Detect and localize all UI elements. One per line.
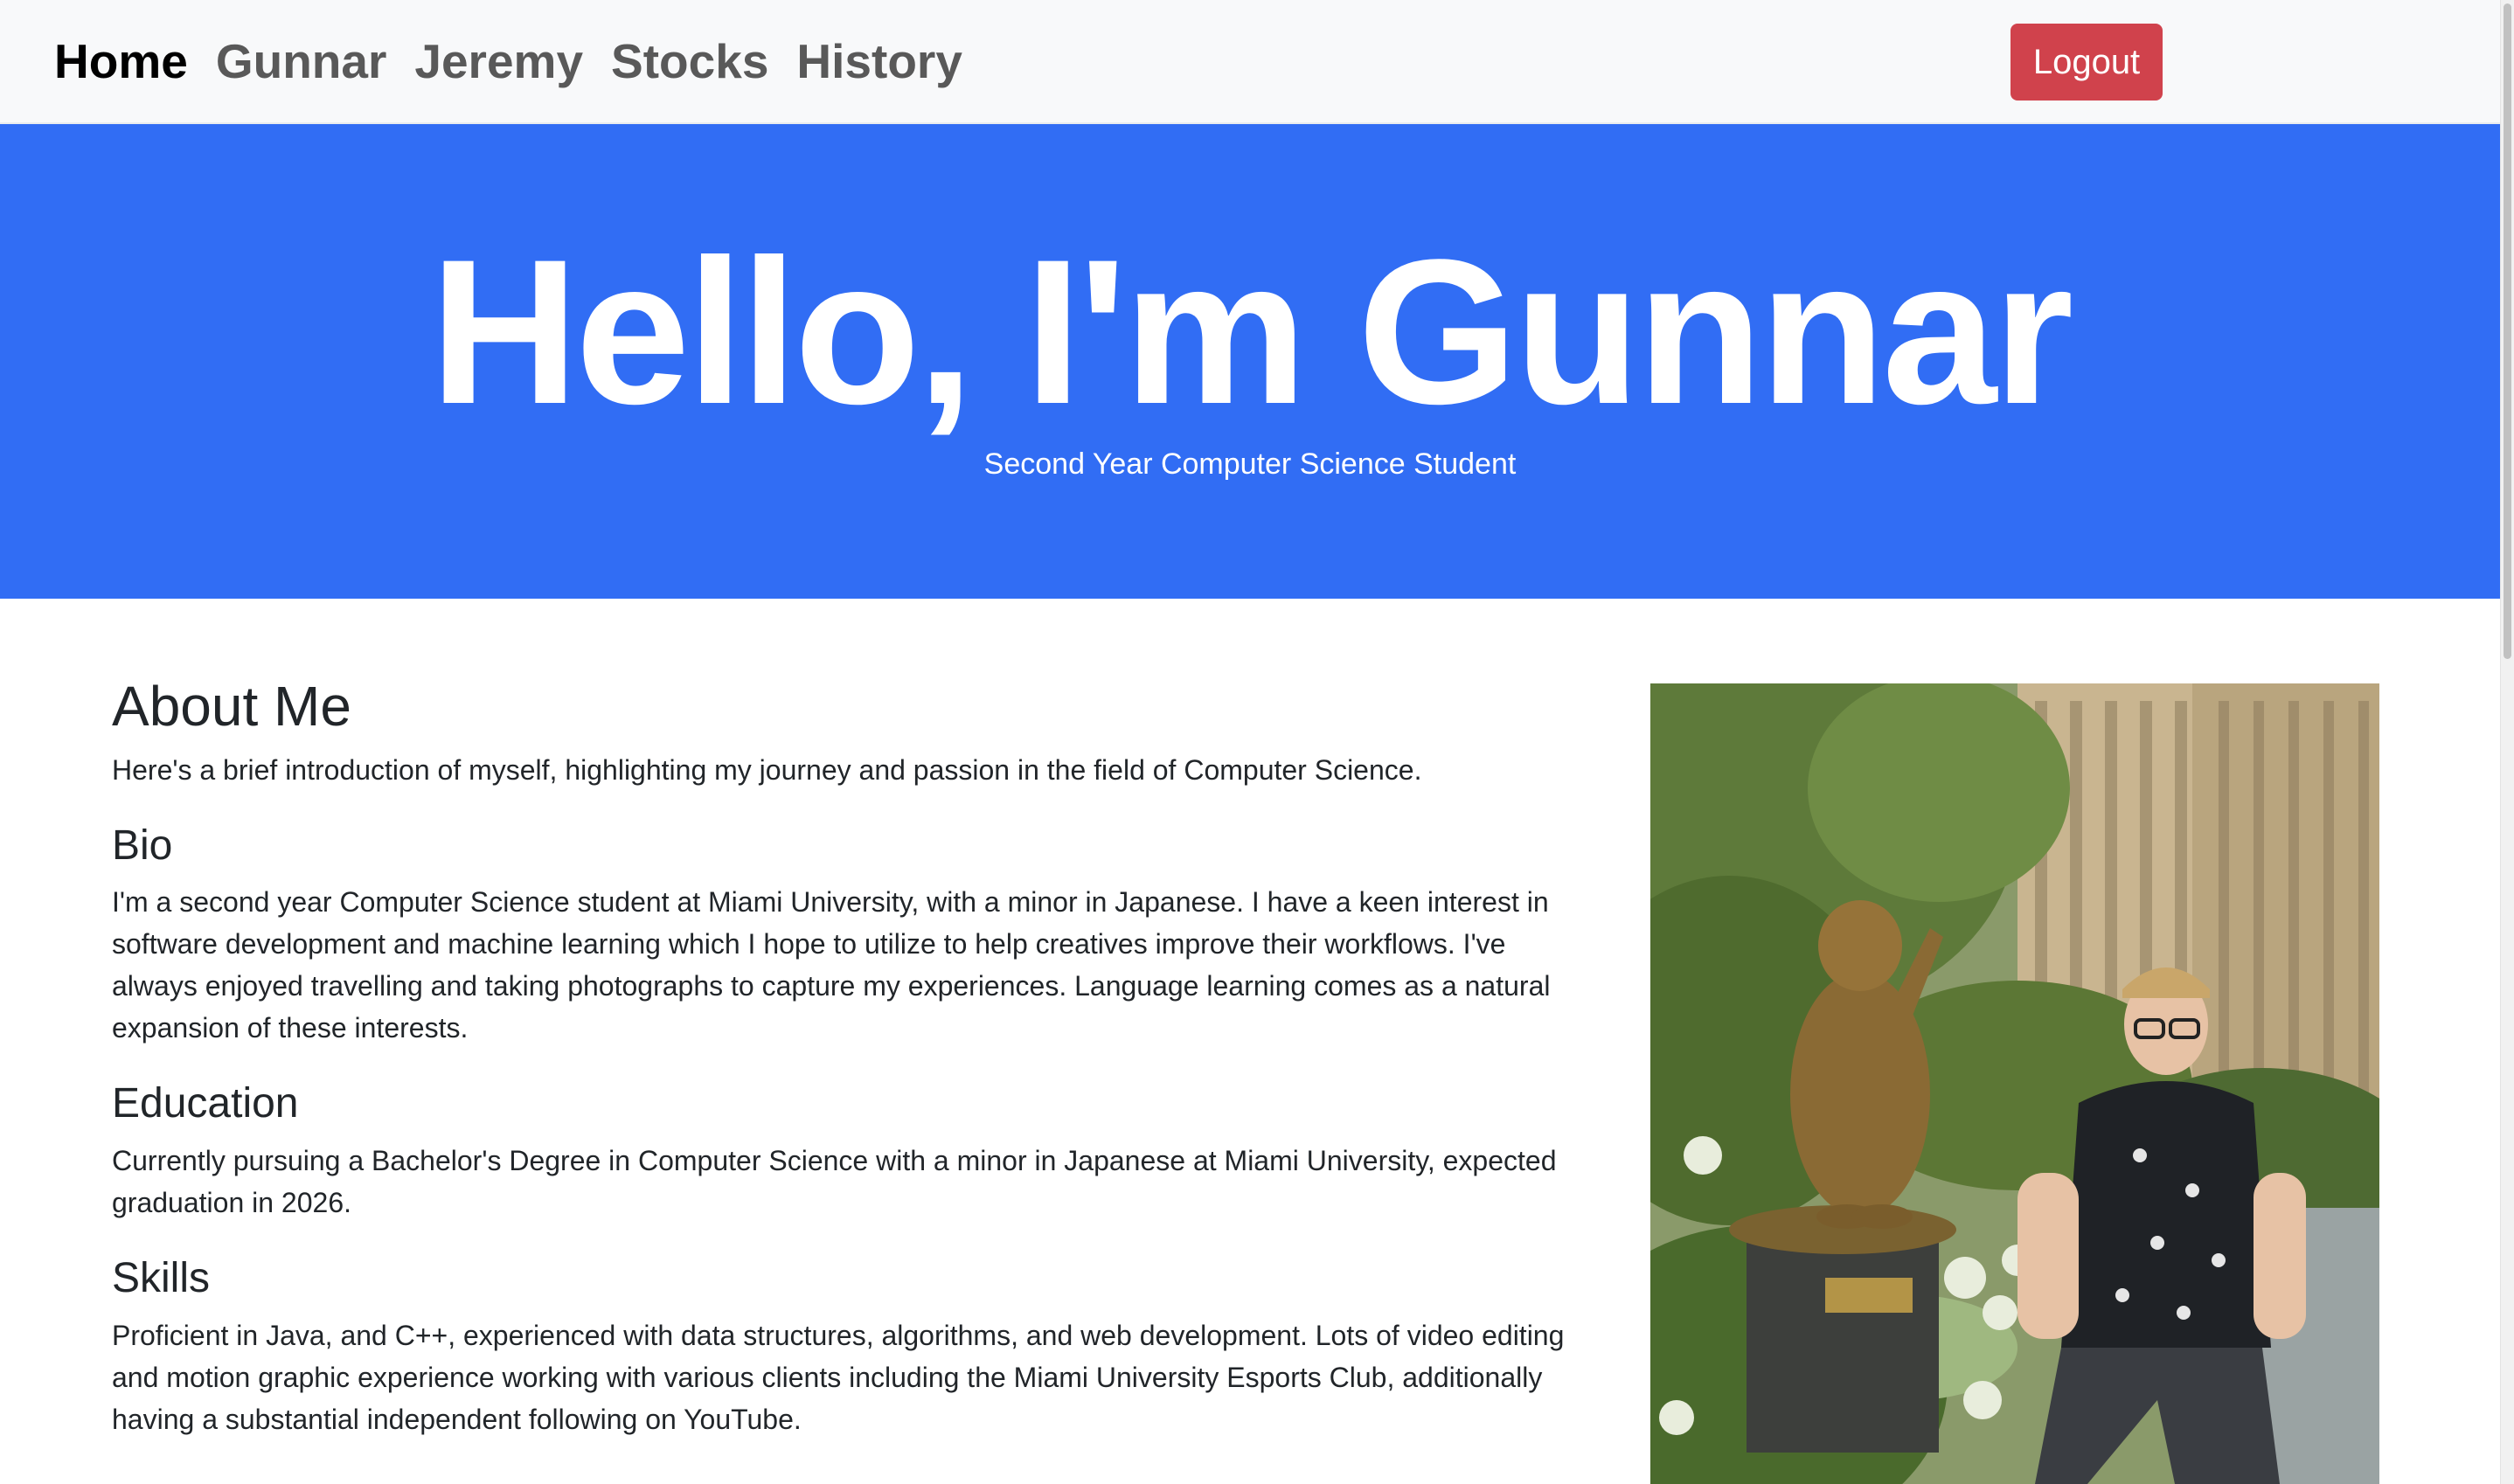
profile-photo-illustration [1650,683,2379,1484]
skills-line: Proficient in Java, and C++, experienced… [112,1319,1565,1351]
nav-links: Home Gunnar Jeremy Stocks History [54,0,990,122]
about-heading: About Me [112,675,351,738]
nav-link-home[interactable]: Home [54,37,188,86]
bio-line: expansion of these interests. [112,1012,469,1044]
nav-link-stocks[interactable]: Stocks [611,37,768,86]
skills-line: having a substantial independent followi… [112,1403,802,1435]
education-text: Currently pursuing a Bachelor's Degree i… [112,1140,1615,1224]
hero-banner: Hello, I'm Gunnar Second Year Computer S… [0,124,2500,599]
education-heading: Education [112,1080,299,1127]
skills-text: Proficient in Java, and C++, experienced… [112,1314,1615,1440]
hero-title: Hello, I'm Gunnar [429,217,2073,447]
skills-heading: Skills [112,1254,211,1301]
education-line: graduation in 2026. [112,1186,351,1218]
about-section: About Me Here's a brief introduction of … [112,673,1615,1440]
bio-heading: Bio [112,822,173,869]
hero-subtitle: Second Year Computer Science Student [983,447,1517,481]
logout-button[interactable]: Logout [2011,24,2163,101]
navbar: Home Gunnar Jeremy Stocks History Logout [0,0,2500,124]
bio-line: I'm a second year Computer Science stude… [112,886,1549,919]
education-line: Currently pursuing a Bachelor's Degree i… [112,1144,1557,1176]
nav-link-gunnar[interactable]: Gunnar [216,37,387,86]
nav-link-history[interactable]: History [796,37,962,86]
bio-text: I'm a second year Computer Science stude… [112,881,1615,1049]
page: Home Gunnar Jeremy Stocks History Logout… [0,0,2514,1484]
nav-link-jeremy[interactable]: Jeremy [414,37,583,86]
profile-photo [1650,683,2379,1484]
scrollbar-thumb[interactable] [2504,3,2511,659]
about-intro: Here's a brief introduction of myself, h… [112,753,1422,786]
bio-line: software development and machine learnin… [112,928,1506,960]
skills-line: and motion graphic experience working wi… [112,1361,1543,1393]
bio-line: always enjoyed travelling and taking pho… [112,970,1551,1002]
